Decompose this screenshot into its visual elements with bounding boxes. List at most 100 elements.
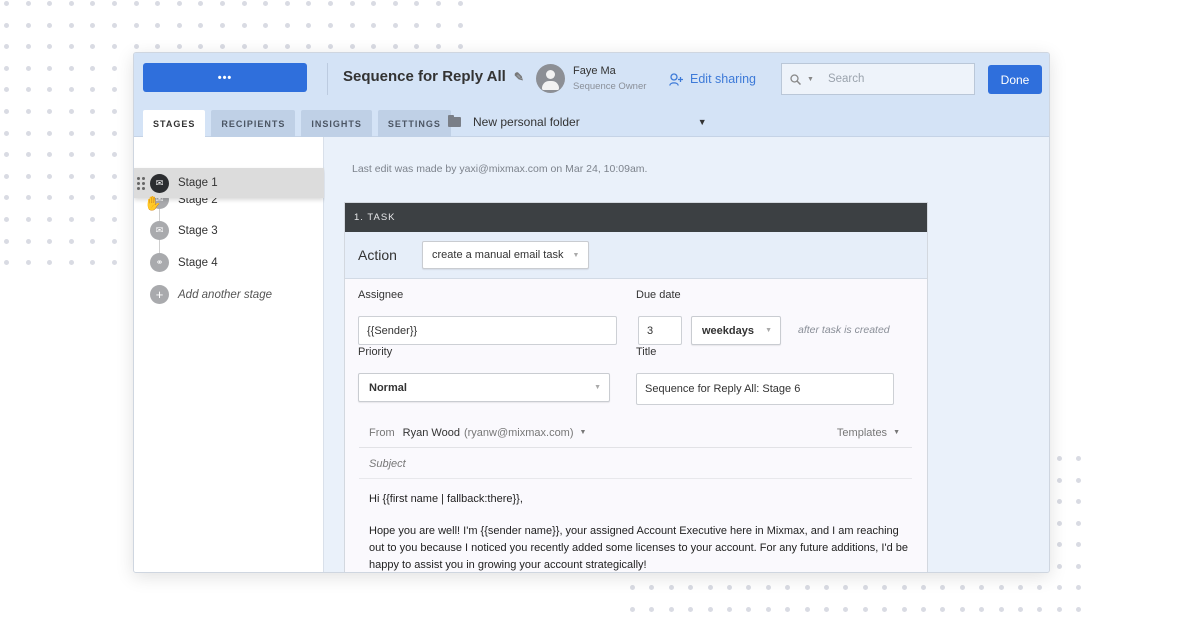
background-dot <box>68 152 74 158</box>
subject-field[interactable]: Subject <box>359 449 912 479</box>
background-dot <box>90 217 96 222</box>
background-dot <box>4 238 9 244</box>
background-dot <box>785 585 791 590</box>
background-dot <box>241 44 247 50</box>
background-dot <box>112 152 117 158</box>
assignee-field[interactable]: {{Sender}} <box>358 316 617 345</box>
background-dot <box>68 87 74 93</box>
background-dot <box>90 65 96 71</box>
background-dot <box>1076 477 1082 483</box>
owner-name: Faye Ma <box>573 65 616 77</box>
tab-insights[interactable]: INSIGHTS <box>301 110 372 137</box>
background-dot <box>436 44 441 50</box>
background-dot <box>457 1 463 6</box>
background-dot <box>25 173 31 179</box>
background-dot <box>414 1 420 6</box>
background-dot <box>349 22 355 28</box>
background-dot <box>1037 585 1043 590</box>
templates-button[interactable]: Templates ▼ <box>837 427 900 439</box>
background-dot <box>25 238 31 244</box>
tab-settings[interactable]: SETTINGS <box>377 110 451 137</box>
more-options-button[interactable]: ••• <box>143 63 307 92</box>
pencil-icon[interactable]: ✎ <box>514 70 524 84</box>
from-dropdown-icon[interactable]: ▼ <box>580 429 587 436</box>
background-dot <box>241 22 247 28</box>
background-dot <box>746 585 752 590</box>
avatar <box>536 64 565 93</box>
done-button[interactable]: Done <box>988 65 1042 94</box>
stage-item-3[interactable]: ✉ Stage 3 <box>150 221 218 240</box>
chevron-down-icon[interactable]: ▼ <box>807 76 814 83</box>
edit-sharing-button[interactable]: Edit sharing <box>669 72 756 86</box>
action-select[interactable]: create a manual email task ▼ <box>422 241 590 269</box>
tab-recipients[interactable]: RECIPIENTS <box>211 110 296 137</box>
background-dot <box>112 260 117 266</box>
background-dot <box>4 65 9 71</box>
background-dot <box>68 195 74 201</box>
background-dot <box>4 1 9 6</box>
background-dot <box>727 585 732 590</box>
background-dot <box>241 1 247 6</box>
background-dot <box>284 22 290 28</box>
sequence-title: Sequence for Reply All ✎ <box>343 68 524 85</box>
background-dot <box>921 606 926 612</box>
background-dot <box>220 44 225 50</box>
add-stage-button[interactable]: + Add another stage <box>150 285 272 304</box>
background-dot <box>1037 606 1043 612</box>
priority-select[interactable]: Normal ▼ <box>358 373 610 402</box>
background-dot <box>47 44 53 50</box>
background-dot <box>176 22 182 28</box>
due-unit-select[interactable]: weekdays ▼ <box>691 316 781 345</box>
email-body-editor[interactable]: Hi {{first name | fallback:there}}, Hope… <box>369 491 909 572</box>
task-card: 1. TASK Action create a manual email tas… <box>344 202 928 572</box>
stage-item-1-dragging[interactable]: ✉ Stage 1 <box>134 168 324 198</box>
from-email: (ryanw@mixmax.com) <box>463 426 574 439</box>
due-amount-value: 3 <box>647 324 654 337</box>
sequence-owner: Faye Ma Sequence Owner <box>536 64 646 93</box>
background-dot <box>155 22 161 28</box>
background-dot <box>4 44 9 50</box>
background-dot <box>198 22 204 28</box>
caret-down-icon: ▼ <box>594 384 601 391</box>
background-dot <box>68 44 74 50</box>
background-dot <box>47 195 53 201</box>
background-dot <box>746 606 752 612</box>
background-dot <box>25 1 31 6</box>
background-dot <box>457 44 463 50</box>
action-row: Action create a manual email task ▼ <box>345 232 927 279</box>
background-dot <box>959 585 965 590</box>
action-value: create a manual email task <box>432 249 564 261</box>
background-dot <box>112 1 117 6</box>
background-dot <box>959 606 965 612</box>
background-dot <box>47 109 53 114</box>
search-input[interactable]: ▼ Search <box>781 63 975 95</box>
folder-select[interactable]: New personal folder ▼ <box>448 115 707 129</box>
background-dot <box>263 22 269 28</box>
stage-editor: Last edit was made by yaxi@mixmax.com on… <box>325 137 1049 572</box>
background-dot <box>112 217 117 222</box>
templates-label: Templates <box>836 426 888 439</box>
due-amount-field[interactable]: 3 <box>638 316 682 345</box>
add-stage-label: Add another stage <box>178 288 272 301</box>
background-dot <box>1018 585 1023 590</box>
drag-handle-icon[interactable] <box>137 176 145 190</box>
title-field[interactable]: Sequence for Reply All: Stage 6 <box>636 373 894 405</box>
background-dot <box>220 1 225 6</box>
background-dot <box>1076 499 1082 504</box>
background-dot <box>306 1 312 6</box>
background-dot <box>133 1 139 6</box>
stage-item-4[interactable]: ⚭ Stage 4 <box>150 253 218 272</box>
background-dot <box>90 152 96 158</box>
background-dot <box>940 606 946 612</box>
background-dot <box>4 217 9 222</box>
background-dot <box>112 195 117 201</box>
background-dot <box>349 44 355 50</box>
background-dot <box>804 606 810 612</box>
background-dot <box>649 606 655 612</box>
background-dot <box>457 22 463 28</box>
due-date-suffix: after task is created <box>798 324 890 336</box>
background-dot <box>25 130 31 136</box>
background-dot <box>1076 456 1082 461</box>
background-dot <box>649 585 655 590</box>
tab-stages[interactable]: STAGES <box>143 110 206 138</box>
